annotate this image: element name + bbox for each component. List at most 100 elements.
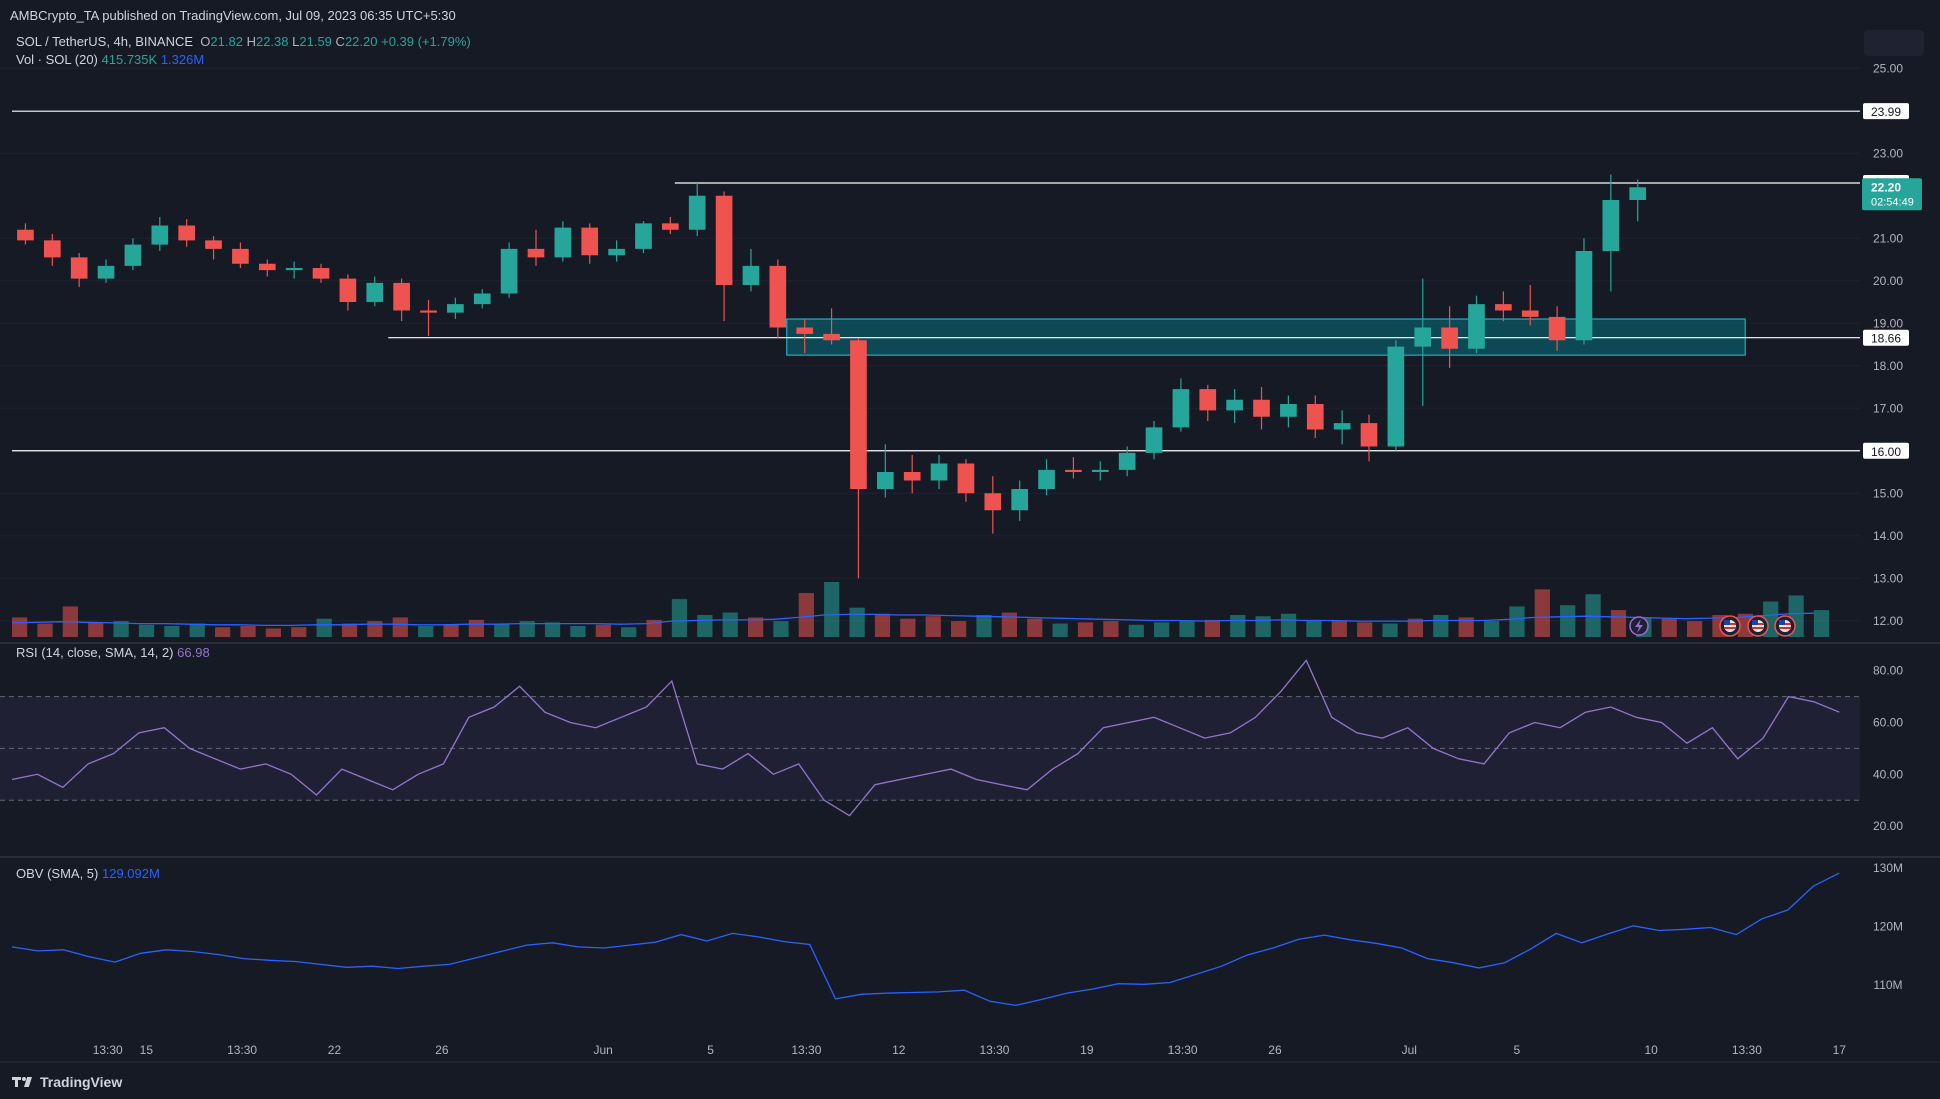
candle-body bbox=[876, 472, 894, 489]
flag-stripe bbox=[1752, 627, 1764, 629]
volume-label: Vol · SOL (20) bbox=[16, 52, 98, 67]
obv-label: OBV (SMA, 5) bbox=[16, 866, 99, 881]
chart-canvas[interactable]: 23.9922.3018.6616.00 25.0023.0021.0020.0… bbox=[0, 0, 1940, 1065]
volume-bar bbox=[37, 623, 53, 637]
rsi-tick-label: 20.00 bbox=[1873, 819, 1903, 833]
high-label: H bbox=[246, 34, 256, 49]
rsi-tick-label: 80.00 bbox=[1873, 664, 1903, 678]
time-tick-label: 5 bbox=[707, 1043, 714, 1057]
volume-bar bbox=[1382, 623, 1398, 637]
candle-body bbox=[473, 293, 491, 305]
time-tick-label: 22 bbox=[328, 1043, 342, 1057]
candle-body bbox=[1011, 489, 1029, 511]
toolbar-box[interactable] bbox=[1864, 30, 1924, 56]
us-flag-icon[interactable] bbox=[1774, 615, 1796, 637]
volume-bar bbox=[1483, 621, 1500, 637]
main-legend[interactable]: SOL / TetherUS, 4h, BINANCE O21.82 H22.3… bbox=[16, 34, 471, 49]
volume-legend[interactable]: Vol · SOL (20) 415.735K 1.326M bbox=[16, 52, 204, 67]
candle-body bbox=[366, 282, 384, 302]
volume-bar bbox=[570, 626, 586, 637]
lightning-icon[interactable] bbox=[1629, 616, 1649, 636]
rsi-pane bbox=[0, 659, 1860, 817]
candle-body bbox=[635, 223, 652, 249]
time-tick-label: 13:30 bbox=[791, 1043, 821, 1057]
tradingview-logo[interactable]: TradingView bbox=[12, 1074, 122, 1090]
candlesticks bbox=[17, 174, 1647, 579]
axes: 25.00 23.00 21.00 20.00 19.00 18.00 17.00 15.00… bbox=[0, 61, 1940, 1063]
volume-bar bbox=[1433, 615, 1449, 637]
candle-body bbox=[1360, 423, 1378, 447]
open-label: O bbox=[200, 34, 211, 49]
volume-bar bbox=[925, 616, 941, 637]
change-value: +0.39 (+1.79%) bbox=[381, 34, 471, 49]
volume-bar bbox=[240, 626, 256, 637]
symbol-label: SOL / TetherUS, 4h, BINANCE bbox=[16, 34, 194, 49]
candle-body bbox=[70, 257, 88, 279]
candle-body bbox=[608, 248, 625, 256]
candle-body bbox=[662, 223, 679, 230]
us-flag-icon[interactable] bbox=[1747, 615, 1769, 637]
candle-body bbox=[17, 229, 34, 241]
volume-bar bbox=[1103, 621, 1119, 637]
rsi-value: 66.98 bbox=[177, 645, 210, 660]
candle-body bbox=[1038, 469, 1055, 489]
level-label: 18.66 bbox=[1871, 332, 1901, 346]
time-tick-label: Jul bbox=[1402, 1043, 1417, 1057]
volume-bar bbox=[1128, 624, 1144, 637]
obv-pane bbox=[11, 872, 1840, 1007]
candle-body bbox=[151, 225, 169, 245]
candle-body bbox=[420, 310, 437, 313]
volume-bar bbox=[1052, 623, 1068, 637]
candle-body bbox=[957, 463, 975, 494]
close-value: 22.20 bbox=[344, 34, 378, 49]
candle-body bbox=[339, 278, 357, 302]
volume-bar bbox=[12, 617, 28, 637]
time-tick-label: 26 bbox=[1268, 1043, 1282, 1057]
candle-body bbox=[796, 327, 814, 334]
rsi-tick-label: 40.00 bbox=[1873, 767, 1903, 781]
candle-body bbox=[447, 304, 464, 313]
candle-body bbox=[715, 195, 733, 285]
open-value: 21.82 bbox=[210, 34, 243, 49]
volume-bar bbox=[341, 623, 358, 637]
obv-tick-label: 130M bbox=[1873, 861, 1903, 875]
volume-bar bbox=[1027, 618, 1043, 637]
footer: TradingView bbox=[0, 1065, 1940, 1099]
volume-bar bbox=[88, 622, 104, 637]
volume-bar bbox=[443, 624, 459, 637]
candle-body bbox=[742, 265, 760, 285]
obv-legend[interactable]: OBV (SMA, 5) 129.092M bbox=[16, 866, 160, 881]
candle-body bbox=[984, 493, 1002, 511]
us-flag-icon[interactable] bbox=[1719, 615, 1741, 637]
time-tick-label: 15 bbox=[140, 1043, 154, 1057]
volume-bar bbox=[849, 607, 865, 637]
rsi-legend[interactable]: RSI (14, close, SMA, 14, 2) 66.98 bbox=[16, 645, 210, 660]
time-tick-label: 12 bbox=[892, 1043, 906, 1057]
flag-canton bbox=[1752, 620, 1758, 625]
price-tick-label: 20.00 bbox=[1873, 274, 1903, 288]
volume-bar bbox=[1509, 606, 1525, 637]
low-value: 21.59 bbox=[299, 34, 332, 49]
publisher-credit: AMBCrypto_TA published on TradingView.co… bbox=[10, 8, 456, 23]
volume-value: 415.735K bbox=[101, 52, 158, 67]
volume-bar bbox=[773, 621, 789, 637]
candle-body bbox=[850, 340, 867, 489]
candle-body bbox=[1118, 452, 1136, 470]
volume-bar bbox=[392, 617, 408, 637]
obv-tick-label: 110M bbox=[1873, 978, 1902, 992]
price-tick-label: 13.00 bbox=[1873, 571, 1903, 585]
price-tick-label: 23.00 bbox=[1873, 146, 1903, 160]
time-tick-label: 10 bbox=[1644, 1043, 1658, 1057]
flag-canton bbox=[1779, 620, 1785, 625]
candle-body bbox=[393, 282, 410, 311]
candle-body bbox=[1199, 389, 1217, 411]
volume-bar bbox=[824, 582, 840, 637]
flag-stripe bbox=[1779, 627, 1791, 629]
volume-bar bbox=[621, 627, 637, 637]
volume-bar bbox=[1255, 616, 1271, 637]
candle-body bbox=[1575, 251, 1593, 341]
volume-bar bbox=[468, 619, 485, 637]
volume-bar bbox=[316, 618, 332, 637]
time-tick-label: 13:30 bbox=[1732, 1043, 1762, 1057]
candle-body bbox=[1253, 399, 1270, 417]
